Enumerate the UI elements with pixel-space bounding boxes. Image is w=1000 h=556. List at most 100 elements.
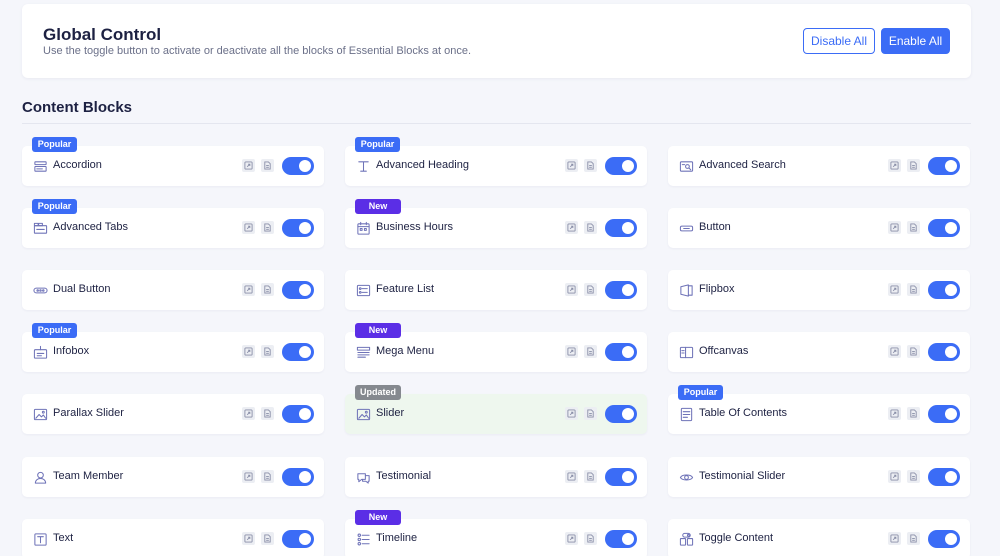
block-name: Advanced Tabs bbox=[53, 221, 129, 233]
demo-link-icon[interactable] bbox=[242, 221, 255, 234]
docs-link-icon[interactable] bbox=[584, 283, 597, 296]
block-toggle[interactable] bbox=[282, 281, 314, 299]
block-card-mega-menu: New Mega Menu bbox=[345, 323, 647, 372]
dual-button-icon bbox=[32, 282, 48, 298]
offcanvas-icon bbox=[678, 344, 694, 360]
block-toggle[interactable] bbox=[605, 468, 637, 486]
demo-link-icon[interactable] bbox=[565, 159, 578, 172]
block-card-advanced-heading: Popular Advanced Heading bbox=[345, 137, 647, 186]
demo-link-icon[interactable] bbox=[565, 345, 578, 358]
docs-link-icon[interactable] bbox=[907, 470, 920, 483]
docs-link-icon[interactable] bbox=[907, 159, 920, 172]
docs-link-icon[interactable] bbox=[907, 532, 920, 545]
button-icon bbox=[678, 220, 694, 236]
docs-link-icon[interactable] bbox=[261, 532, 274, 545]
status-badge: Popular bbox=[32, 137, 77, 152]
docs-link-icon[interactable] bbox=[584, 345, 597, 358]
status-badge: Popular bbox=[355, 137, 400, 152]
block-name: Flipbox bbox=[699, 283, 735, 295]
toggle-knob bbox=[945, 222, 957, 234]
global-control-title: Global Control bbox=[43, 25, 162, 44]
calendar-icon bbox=[355, 220, 371, 236]
disable-all-button[interactable]: Disable All bbox=[803, 28, 875, 54]
docs-link-icon[interactable] bbox=[584, 470, 597, 483]
docs-link-icon[interactable] bbox=[907, 345, 920, 358]
block-name: Accordion bbox=[53, 159, 102, 171]
block-toggle[interactable] bbox=[282, 405, 314, 423]
block-name: Advanced Heading bbox=[376, 159, 469, 171]
global-control-card: Global Control Use the toggle button to … bbox=[22, 4, 971, 78]
toggle-knob bbox=[945, 408, 957, 420]
block-toggle[interactable] bbox=[282, 157, 314, 175]
demo-link-icon[interactable] bbox=[565, 221, 578, 234]
toggle-knob bbox=[622, 222, 634, 234]
block-name: Toggle Content bbox=[699, 532, 773, 544]
block-name: Offcanvas bbox=[699, 345, 749, 357]
docs-link-icon[interactable] bbox=[584, 407, 597, 420]
toggle-knob bbox=[622, 284, 634, 296]
document-icon bbox=[678, 406, 694, 422]
testimonial-icon bbox=[355, 469, 371, 485]
enable-all-button[interactable]: Enable All bbox=[881, 28, 950, 54]
docs-link-icon[interactable] bbox=[907, 407, 920, 420]
demo-link-icon[interactable] bbox=[888, 159, 901, 172]
search-icon bbox=[678, 158, 694, 174]
docs-link-icon[interactable] bbox=[261, 470, 274, 483]
docs-link-icon[interactable] bbox=[261, 221, 274, 234]
demo-link-icon[interactable] bbox=[242, 532, 255, 545]
block-toggle[interactable] bbox=[928, 405, 960, 423]
block-name: Table Of Contents bbox=[699, 407, 788, 419]
block-toggle[interactable] bbox=[605, 405, 637, 423]
demo-link-icon[interactable] bbox=[242, 159, 255, 172]
block-toggle[interactable] bbox=[928, 343, 960, 361]
docs-link-icon[interactable] bbox=[584, 221, 597, 234]
demo-link-icon[interactable] bbox=[888, 221, 901, 234]
flipbox-icon bbox=[678, 282, 694, 298]
demo-link-icon[interactable] bbox=[242, 345, 255, 358]
docs-link-icon[interactable] bbox=[261, 407, 274, 420]
block-card-testimonial: Testimonial bbox=[345, 457, 647, 497]
block-toggle[interactable] bbox=[605, 281, 637, 299]
block-name: Parallax Slider bbox=[53, 407, 124, 419]
block-toggle[interactable] bbox=[605, 530, 637, 548]
menu-icon bbox=[355, 344, 371, 360]
block-toggle[interactable] bbox=[928, 219, 960, 237]
demo-link-icon[interactable] bbox=[565, 283, 578, 296]
demo-link-icon[interactable] bbox=[888, 345, 901, 358]
block-toggle[interactable] bbox=[605, 219, 637, 237]
block-toggle[interactable] bbox=[928, 281, 960, 299]
docs-link-icon[interactable] bbox=[907, 283, 920, 296]
block-toggle[interactable] bbox=[605, 157, 637, 175]
block-toggle[interactable] bbox=[928, 468, 960, 486]
demo-link-icon[interactable] bbox=[888, 283, 901, 296]
docs-link-icon[interactable] bbox=[907, 221, 920, 234]
demo-link-icon[interactable] bbox=[242, 283, 255, 296]
demo-link-icon[interactable] bbox=[565, 470, 578, 483]
block-toggle[interactable] bbox=[928, 157, 960, 175]
docs-link-icon[interactable] bbox=[261, 159, 274, 172]
docs-link-icon[interactable] bbox=[584, 532, 597, 545]
block-toggle[interactable] bbox=[282, 468, 314, 486]
demo-link-icon[interactable] bbox=[888, 532, 901, 545]
demo-link-icon[interactable] bbox=[242, 407, 255, 420]
list-icon bbox=[355, 282, 371, 298]
demo-link-icon[interactable] bbox=[888, 407, 901, 420]
demo-link-icon[interactable] bbox=[565, 532, 578, 545]
docs-link-icon[interactable] bbox=[261, 283, 274, 296]
demo-link-icon[interactable] bbox=[565, 407, 578, 420]
docs-link-icon[interactable] bbox=[261, 345, 274, 358]
block-toggle[interactable] bbox=[928, 530, 960, 548]
demo-link-icon[interactable] bbox=[888, 470, 901, 483]
block-card-advanced-tabs: Popular Advanced Tabs bbox=[22, 199, 324, 248]
block-toggle[interactable] bbox=[282, 219, 314, 237]
block-card-toggle-content: Toggle Content bbox=[668, 519, 970, 556]
block-name: Text bbox=[53, 532, 74, 544]
toggle-knob bbox=[622, 346, 634, 358]
docs-link-icon[interactable] bbox=[584, 159, 597, 172]
tabs-icon bbox=[32, 220, 48, 236]
demo-link-icon[interactable] bbox=[242, 470, 255, 483]
toggle-knob bbox=[299, 471, 311, 483]
block-toggle[interactable] bbox=[282, 530, 314, 548]
block-toggle[interactable] bbox=[605, 343, 637, 361]
block-toggle[interactable] bbox=[282, 343, 314, 361]
